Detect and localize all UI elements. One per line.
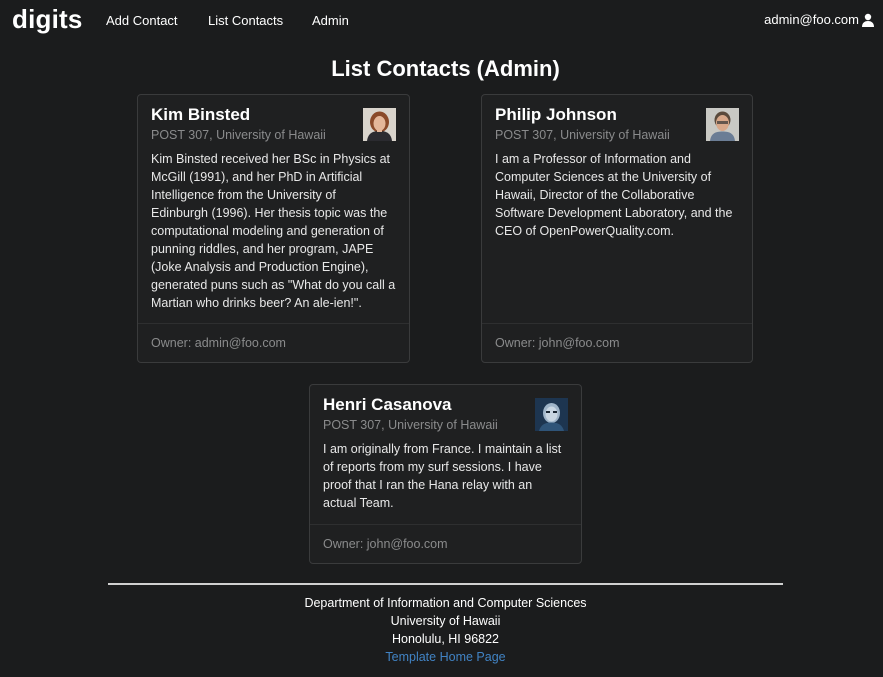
card-content: Philip Johnson POST 307, University of H… — [495, 105, 739, 240]
footer-department: Department of Information and Computer S… — [304, 596, 587, 610]
contact-name: Henri Casanova — [323, 395, 452, 414]
contact-description: I am a Professor of Information and Comp… — [495, 152, 733, 238]
card-content: Henri Casanova POST 307, University of H… — [323, 395, 568, 512]
footer-address: Honolulu, HI 96822 — [391, 632, 500, 646]
contact-card: Philip Johnson POST 307, University of H… — [481, 94, 753, 363]
nav-add-contact[interactable]: Add Contact — [106, 13, 178, 28]
contact-photo — [706, 108, 739, 141]
contact-address: POST 307, University of Hawaii — [495, 128, 670, 142]
contact-name: Philip Johnson — [495, 105, 617, 124]
contact-photo — [535, 398, 568, 431]
user-icon — [861, 13, 875, 27]
user-menu[interactable]: admin@foo.com — [764, 12, 875, 27]
contact-address: POST 307, University of Hawaii — [151, 128, 326, 142]
contact-name: Kim Binsted — [151, 105, 251, 124]
contact-photo — [363, 108, 396, 141]
footer-university: University of Hawaii — [390, 614, 501, 628]
brand-logo[interactable]: digits — [12, 4, 83, 35]
contact-description: Kim Binsted received her BSc in Physics … — [151, 152, 396, 310]
page-title: List Contacts (Admin) — [331, 56, 560, 81]
card-content: Kim Binsted POST 307, University of Hawa… — [151, 105, 396, 312]
contact-card: Kim Binsted POST 307, University of Hawa… — [137, 94, 410, 363]
nav-list-contacts[interactable]: List Contacts — [208, 13, 283, 28]
card-owner: Owner: john@foo.com — [310, 524, 581, 563]
contact-description: I am originally from France. I maintain … — [323, 442, 562, 510]
top-navbar: digits Add Contact List Contacts Admin a… — [0, 0, 883, 42]
card-owner: Owner: john@foo.com — [482, 323, 752, 362]
card-owner: Owner: admin@foo.com — [138, 323, 409, 362]
contact-address: POST 307, University of Hawaii — [323, 418, 498, 432]
footer-divider — [108, 583, 783, 585]
contact-card: Henri Casanova POST 307, University of H… — [309, 384, 582, 564]
user-email: admin@foo.com — [764, 12, 859, 27]
nav-admin[interactable]: Admin — [312, 13, 349, 28]
footer: Department of Information and Computer S… — [0, 594, 883, 666]
template-home-link[interactable]: Template Home Page — [385, 650, 505, 664]
